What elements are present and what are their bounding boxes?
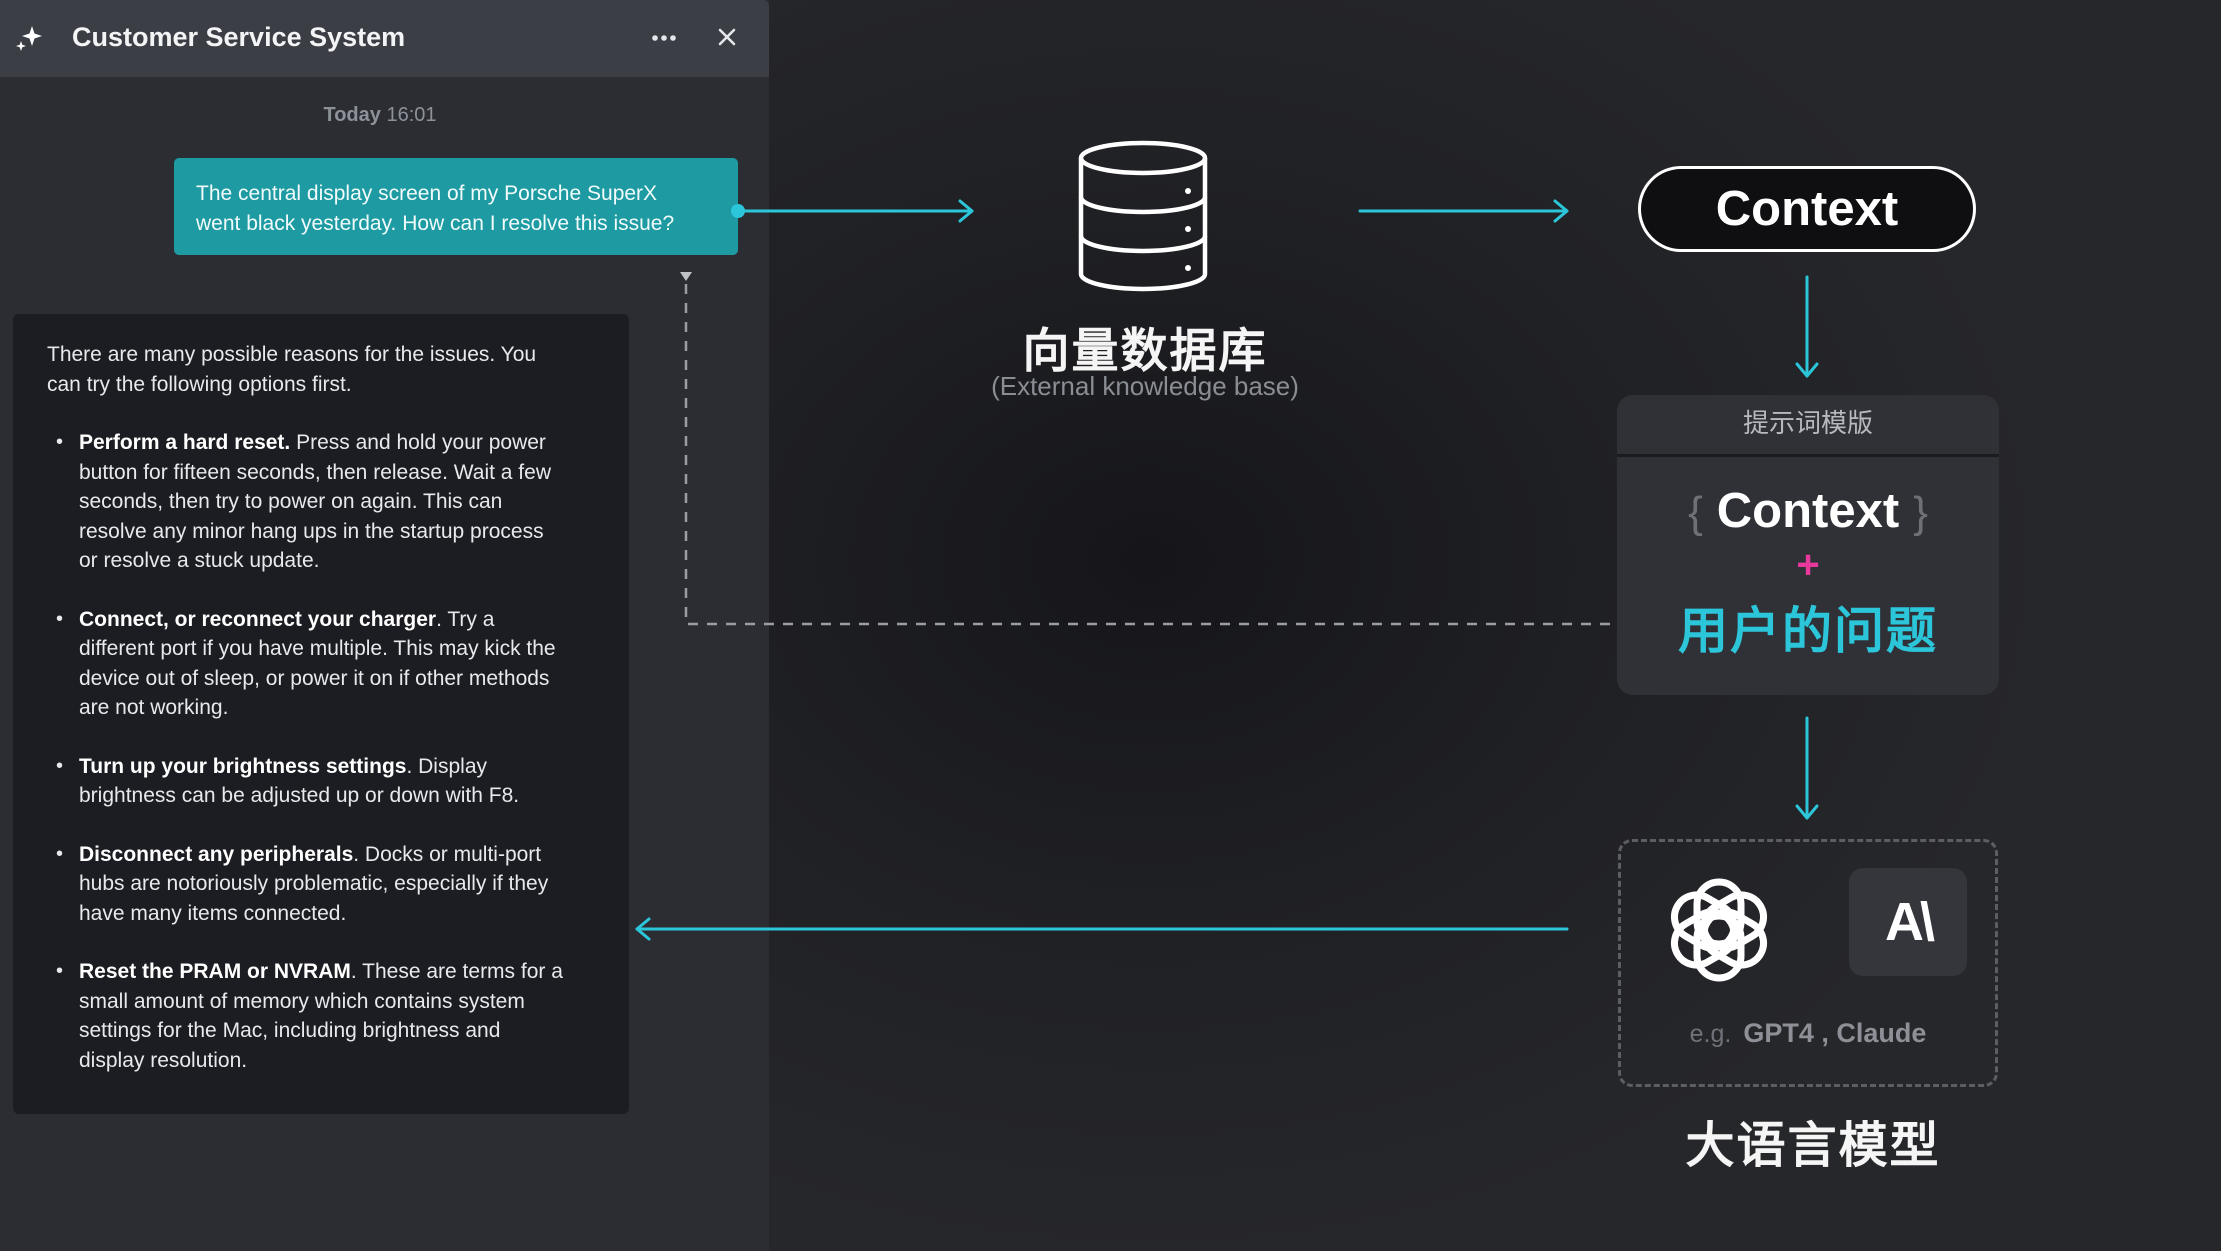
llm-examples: e.g. GPT4 , Claude xyxy=(1621,1018,1995,1049)
plus-sign: + xyxy=(1796,543,1820,587)
anthropic-logo-text: A\ xyxy=(1885,892,1935,952)
context-label: Context xyxy=(1715,182,1899,236)
examples-models: GPT4 , Claude xyxy=(1743,1018,1927,1048)
database-icon xyxy=(1078,140,1208,292)
arrow-query-to-database xyxy=(731,199,974,223)
llm-title: 大语言模型 xyxy=(1685,1119,1941,1173)
llm-node: A\ e.g. GPT4 , Claude xyxy=(1618,839,1998,1087)
openai-logo-icon xyxy=(1670,878,1768,982)
prompt-template-node: 提示词模版 { Context} + 用户的问题 xyxy=(1617,395,1999,695)
arrow-template-to-llm xyxy=(1795,716,1819,820)
prompt-template-header: 提示词模版 xyxy=(1617,395,1999,457)
brace-open: { xyxy=(1688,488,1703,537)
arrow-context-to-template xyxy=(1795,275,1819,378)
arrow-database-to-context xyxy=(1358,199,1569,223)
template-context-line: { Context} xyxy=(1617,483,1999,539)
arrow-llm-to-answer xyxy=(635,917,1569,941)
template-context-label: Context xyxy=(1716,484,1900,538)
context-node: Context xyxy=(1638,166,1976,252)
user-question-label: 用户的问题 xyxy=(1678,603,1938,659)
examples-prefix: e.g. xyxy=(1689,1020,1732,1048)
vector-database-subtitle: (External knowledge base) xyxy=(991,371,1299,401)
brace-close: } xyxy=(1913,488,1928,537)
anthropic-logo-icon: A\ xyxy=(1849,868,1967,976)
